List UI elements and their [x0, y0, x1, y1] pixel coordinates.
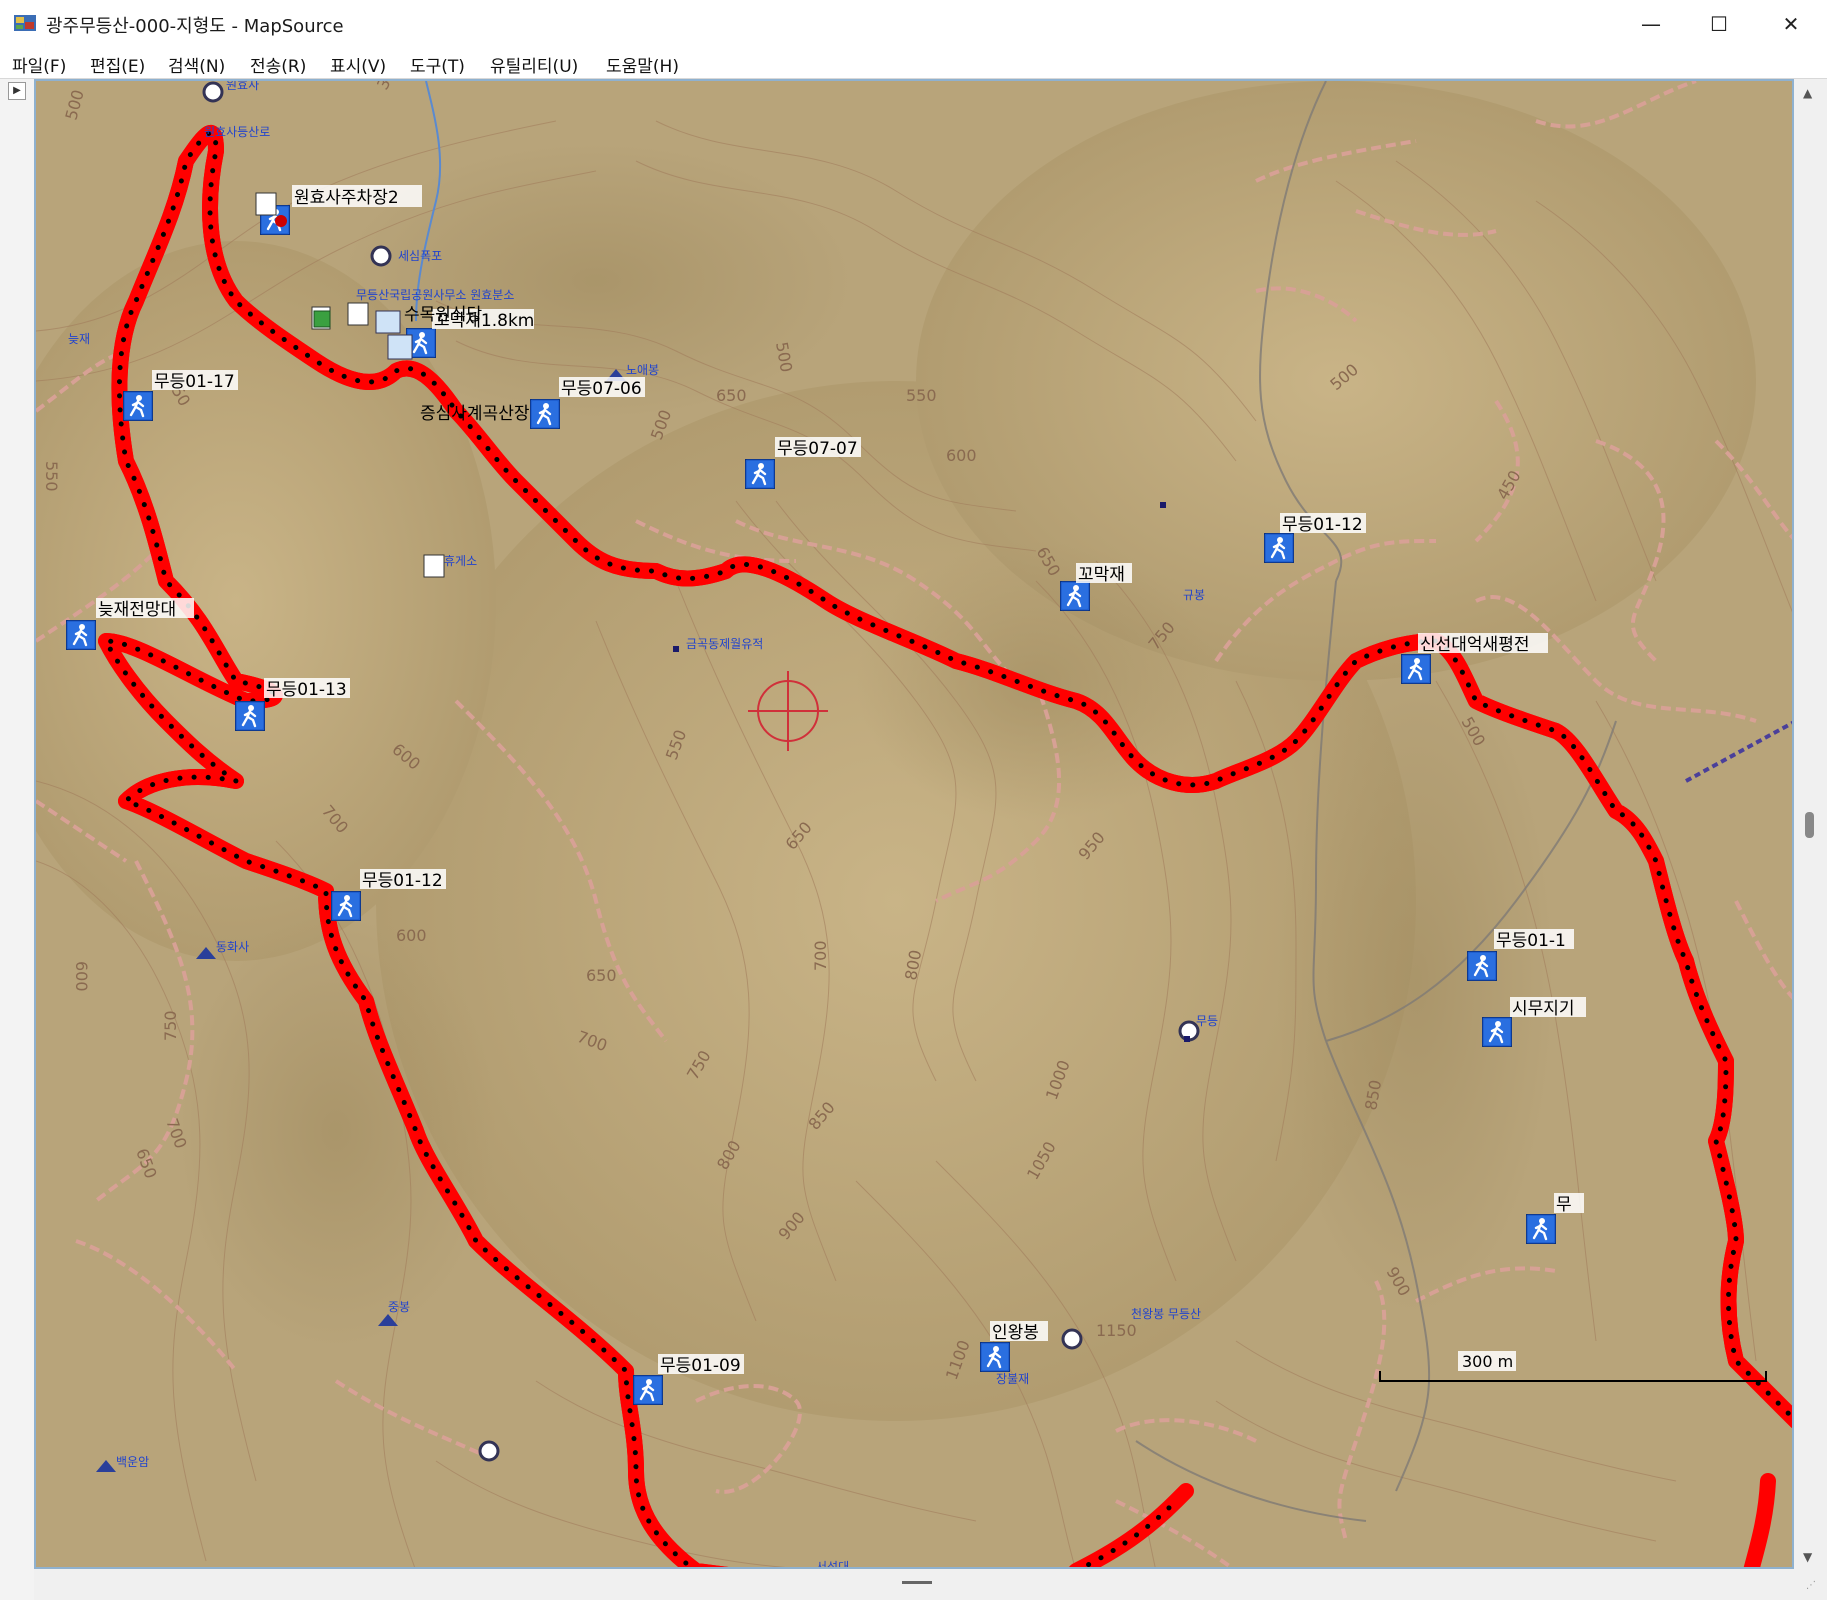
restaurant-icon — [347, 302, 369, 326]
svg-text:600: 600 — [946, 446, 977, 465]
svg-text:금곡동제월유적: 금곡동제월유적 — [686, 637, 763, 651]
building-icon — [375, 310, 401, 334]
svg-text:규봉: 규봉 — [1183, 588, 1205, 602]
waypoint-hiker-icon — [331, 891, 361, 921]
waypoint-hiker-icon — [1060, 581, 1090, 611]
park-office-icon — [313, 310, 331, 328]
waypoint-hiker-icon — [235, 701, 265, 731]
waypoint-label: 원효사주차장2 — [294, 188, 399, 208]
waypoint-label: 무등01-17 — [154, 372, 235, 392]
menu-file[interactable]: 파일(F) — [12, 52, 66, 77]
svg-text:중봉: 중봉 — [388, 1300, 410, 1314]
waypoint-label: 시무지기 — [1512, 999, 1575, 1019]
svg-text:700: 700 — [811, 940, 830, 971]
window-title: 광주무등산-000-지형도 - MapSource — [46, 16, 344, 37]
mapsource-app-icon — [14, 15, 36, 31]
waypoint-label: 무등01-12 — [362, 871, 443, 891]
topo-map[interactable]: 500 450 500 550 600 650 500 550 500 650 … — [36, 81, 1794, 1569]
svg-text:천왕봉 무등산: 천왕봉 무등산 — [1131, 1306, 1201, 1321]
waypoint-label: 무등07-07 — [777, 439, 858, 459]
building-icon — [387, 334, 413, 360]
minimize-button[interactable]: — — [1617, 0, 1685, 48]
svg-text:600: 600 — [396, 926, 427, 945]
waypoint-label: 늦재전망대 — [98, 600, 176, 620]
svg-text:원효사: 원효사 — [226, 81, 259, 92]
svg-text:무등: 무등 — [1196, 1014, 1218, 1028]
waypoint-label: 인왕봉 — [992, 1323, 1039, 1343]
camera-poi-icon — [370, 245, 392, 267]
svg-text:750: 750 — [161, 1010, 180, 1041]
svg-text:650: 650 — [586, 966, 617, 985]
camera-poi-icon — [1061, 1328, 1083, 1350]
waypoint-hiker-icon — [66, 620, 96, 650]
maximize-button[interactable]: ☐ — [1685, 0, 1753, 48]
svg-text:서석대: 서석대 — [816, 1560, 849, 1569]
waypoint-hiker-icon — [980, 1342, 1010, 1372]
site-marker-icon — [1184, 1036, 1190, 1042]
svg-text:650: 650 — [716, 386, 747, 405]
waypoint-label: 무 — [1556, 1195, 1572, 1215]
restaurant-icon — [255, 192, 277, 216]
svg-text:550: 550 — [42, 461, 61, 492]
svg-text:600: 600 — [72, 961, 91, 992]
waypoint-label: 무등01-12 — [1282, 515, 1363, 535]
menu-tools[interactable]: 도구(T) — [410, 52, 465, 77]
side-panel-collapsed — [0, 79, 35, 1600]
svg-text:휴게소: 휴게소 — [444, 554, 477, 568]
svg-text:550: 550 — [906, 386, 937, 405]
menu-transfer[interactable]: 전송(R) — [250, 52, 306, 77]
waypoint-hiker-icon — [530, 399, 560, 429]
svg-text:장불재: 장불재 — [996, 1372, 1029, 1386]
waypoint-hiker-icon — [1467, 951, 1497, 981]
menu-search[interactable]: 검색(N) — [168, 52, 225, 77]
parking-poi-icon — [275, 215, 287, 227]
svg-text:백운암: 백운암 — [116, 1455, 149, 1469]
waypoint-label: 무등01-13 — [266, 680, 347, 700]
waypoint-label: 꼬막재 — [1078, 565, 1125, 585]
waypoint-hiker-icon — [745, 459, 775, 489]
svg-text:세심폭포: 세심폭포 — [398, 249, 442, 263]
expand-panel-arrow-icon[interactable]: ▶ — [8, 82, 26, 100]
scroll-down-arrow-icon[interactable]: ▼ — [1803, 1550, 1812, 1564]
menu-view[interactable]: 표시(V) — [330, 52, 386, 77]
restaurant-icon — [423, 554, 445, 578]
menu-utilities[interactable]: 유틸리티(U) — [490, 52, 578, 77]
map-view[interactable]: 500 450 500 550 600 650 500 550 500 650 … — [34, 79, 1794, 1569]
horizontal-scrollbar[interactable] — [34, 1569, 1794, 1600]
close-button[interactable]: ✕ — [1757, 0, 1825, 48]
svg-text:늦재: 늦재 — [68, 332, 90, 346]
waypoint-label: 무등01-1 — [1496, 931, 1566, 951]
poi-label: 증심사계곡산장 — [420, 404, 530, 424]
camera-poi-icon — [202, 81, 224, 103]
svg-text:무등산국립공원사무소 원효분소: 무등산국립공원사무소 원효분소 — [356, 288, 514, 302]
vertical-scroll-thumb[interactable] — [1805, 812, 1814, 838]
waypoint-hiker-icon — [1401, 654, 1431, 684]
svg-text:노애봉: 노애봉 — [626, 363, 659, 377]
waypoint-label: 무등01-09 — [660, 1356, 741, 1376]
waypoint-label: 신선대억새평전 — [1420, 635, 1529, 655]
terrain-shadow — [176, 911, 496, 1351]
scale-label: 300 m — [1462, 1352, 1513, 1371]
waypoint-label: 무등07-06 — [561, 379, 642, 399]
site-marker-icon — [673, 646, 679, 652]
waypoint-hiker-icon — [1264, 533, 1294, 563]
horizontal-scroll-thumb[interactable] — [902, 1581, 932, 1584]
svg-text:동화사: 동화사 — [216, 940, 249, 954]
menu-bar: 파일(F) 편집(E) 검색(N) 전송(R) 표시(V) 도구(T) 유틸리티… — [0, 48, 1827, 79]
waypoint-hiker-icon — [1526, 1214, 1556, 1244]
title-bar: 광주무등산-000-지형도 - MapSource — ☐ ✕ — [0, 0, 1827, 49]
waypoint-hiker-icon — [633, 1375, 663, 1405]
camera-poi-icon — [478, 1440, 500, 1462]
resize-grip-icon[interactable]: ⋰ — [1806, 1580, 1820, 1594]
waypoint-hiker-icon — [1482, 1017, 1512, 1047]
site-marker-icon — [1160, 502, 1166, 508]
svg-text:원효사등산로: 원효사등산로 — [204, 125, 270, 139]
svg-text:1150: 1150 — [1096, 1321, 1137, 1340]
menu-edit[interactable]: 편집(E) — [90, 52, 145, 77]
scroll-up-arrow-icon[interactable]: ▲ — [1803, 86, 1812, 100]
poi-label: 수목원식당 — [404, 305, 483, 325]
menu-help[interactable]: 도움말(H) — [606, 52, 679, 77]
terrain-shadow — [1276, 641, 1556, 1321]
waypoint-hiker-icon — [123, 391, 153, 421]
